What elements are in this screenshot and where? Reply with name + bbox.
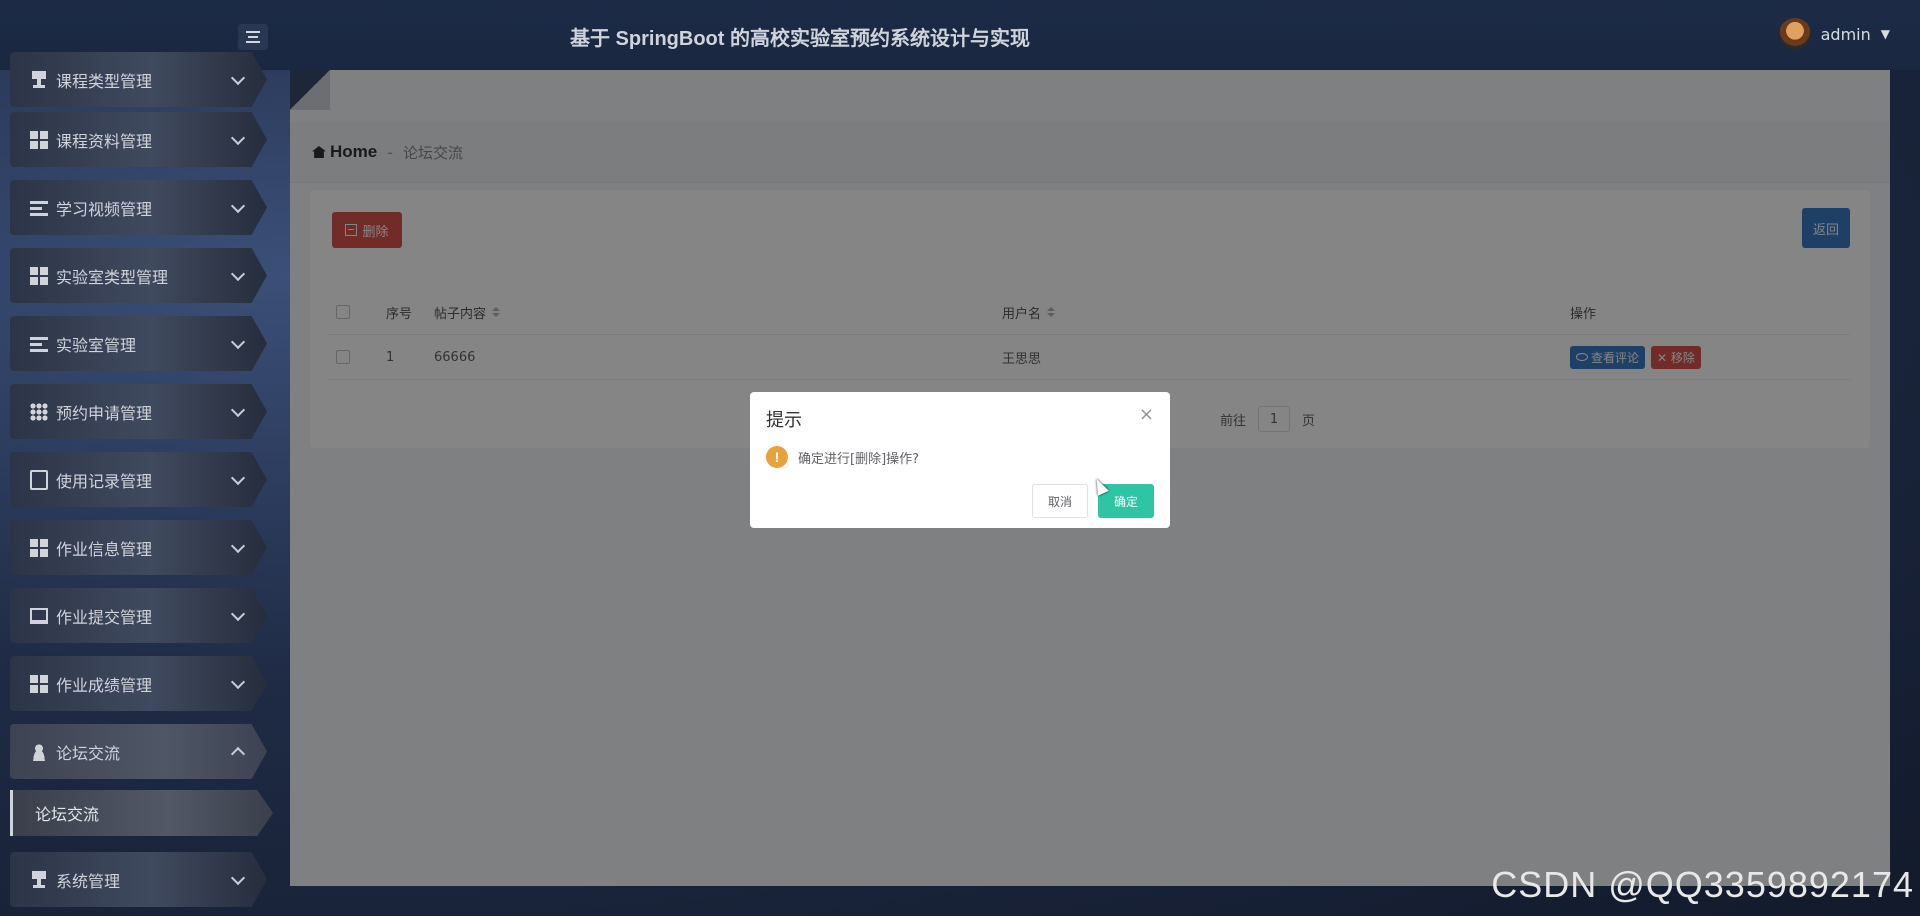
sidebar-item-forum[interactable]: 论坛交流 xyxy=(10,724,267,779)
chevron-down-icon xyxy=(230,266,246,281)
dialog-message-text: 确定进行[删除]操作? xyxy=(798,451,920,467)
chevron-down-icon xyxy=(230,870,246,885)
sidebar-item-label: 实验室类型管理 xyxy=(56,267,169,287)
sidebar-item-label: 系统管理 xyxy=(56,871,121,891)
trophy-icon xyxy=(30,870,48,889)
clipboard-icon xyxy=(30,469,48,490)
dialog-title: 提示 xyxy=(766,410,802,431)
list-icon xyxy=(30,334,48,353)
grid-icon xyxy=(30,538,48,557)
grid-icon xyxy=(30,130,48,149)
user-menu[interactable]: admin ▼ xyxy=(1778,18,1890,50)
chevron-down-icon xyxy=(230,334,246,349)
sidebar-item-label: 使用记录管理 xyxy=(56,471,153,491)
cancel-button[interactable]: 取消 xyxy=(1032,484,1088,518)
chevron-down-icon xyxy=(230,70,246,85)
sidebar-item-course-type[interactable]: 课程类型管理 xyxy=(10,52,267,107)
sidebar-item-label: 论坛交流 xyxy=(56,743,121,763)
chevron-down-icon xyxy=(230,470,246,485)
sidebar-item-label: 作业信息管理 xyxy=(56,539,153,559)
sidebar-item-label: 实验室管理 xyxy=(56,335,137,355)
chevron-down-icon xyxy=(230,130,246,145)
watermark: CSDN @QQ3359892174 xyxy=(1491,864,1914,905)
chevron-down-icon xyxy=(230,674,246,689)
sidebar-item-course-material[interactable]: 课程资料管理 xyxy=(10,112,267,167)
sidebar-item-submission[interactable]: 作业提交管理 xyxy=(10,588,267,643)
sidebar-item-booking[interactable]: 预约申请管理 xyxy=(10,384,267,439)
sidebar-item-label: 课程资料管理 xyxy=(56,131,153,151)
sidebar-item-video[interactable]: 学习视频管理 xyxy=(10,180,267,235)
sidebar-item-system[interactable]: 系统管理 xyxy=(10,852,267,907)
user-icon xyxy=(30,742,48,761)
dialog-message: ! 确定进行[删除]操作? xyxy=(766,446,919,468)
sidebar-item-label: 作业提交管理 xyxy=(56,607,153,627)
trophy-icon xyxy=(30,70,48,89)
confirm-dialog: 提示 × ! 确定进行[删除]操作? 取消 确定 xyxy=(750,392,1170,528)
sidebar-item-lab-type[interactable]: 实验室类型管理 xyxy=(10,248,267,303)
close-icon[interactable]: × xyxy=(1139,404,1154,425)
avatar xyxy=(1778,18,1811,50)
chevron-down-icon xyxy=(230,606,246,621)
sidebar-item-label: 学习视频管理 xyxy=(56,199,153,219)
username: admin xyxy=(1820,24,1871,44)
sidebar-item-label: 课程类型管理 xyxy=(56,71,153,91)
grid-icon xyxy=(30,266,48,285)
sidebar-item-usage[interactable]: 使用记录管理 xyxy=(10,452,267,507)
list-icon xyxy=(30,198,48,217)
caret-down-icon: ▼ xyxy=(1880,27,1890,41)
sidebar-item-label: 预约申请管理 xyxy=(56,403,153,423)
sidebar-item-label: 作业成绩管理 xyxy=(56,675,153,695)
chevron-down-icon xyxy=(230,538,246,553)
chevron-down-icon xyxy=(230,198,246,213)
site-title: 基于 SpringBoot 的高校实验室预约系统设计与实现 xyxy=(570,28,1030,50)
chevron-down-icon xyxy=(230,402,246,417)
sidebar-subitem-label: 论坛交流 xyxy=(35,805,100,824)
sidebar-item-grades[interactable]: 作业成绩管理 xyxy=(10,656,267,711)
sidebar-item-lab[interactable]: 实验室管理 xyxy=(10,316,267,371)
grid-icon xyxy=(30,674,48,693)
warning-icon: ! xyxy=(766,446,788,468)
sidebar-subitem-forum[interactable]: 论坛交流 xyxy=(10,790,273,836)
th-icon xyxy=(30,402,48,421)
sidebar-item-homework[interactable]: 作业信息管理 xyxy=(10,520,267,575)
monitor-icon xyxy=(30,607,48,624)
sidebar: 课程类型管理 课程资料管理 学习视频管理 实验室类型管理 实验室管理 预约申请管… xyxy=(0,52,290,916)
chevron-up-icon xyxy=(230,746,246,761)
